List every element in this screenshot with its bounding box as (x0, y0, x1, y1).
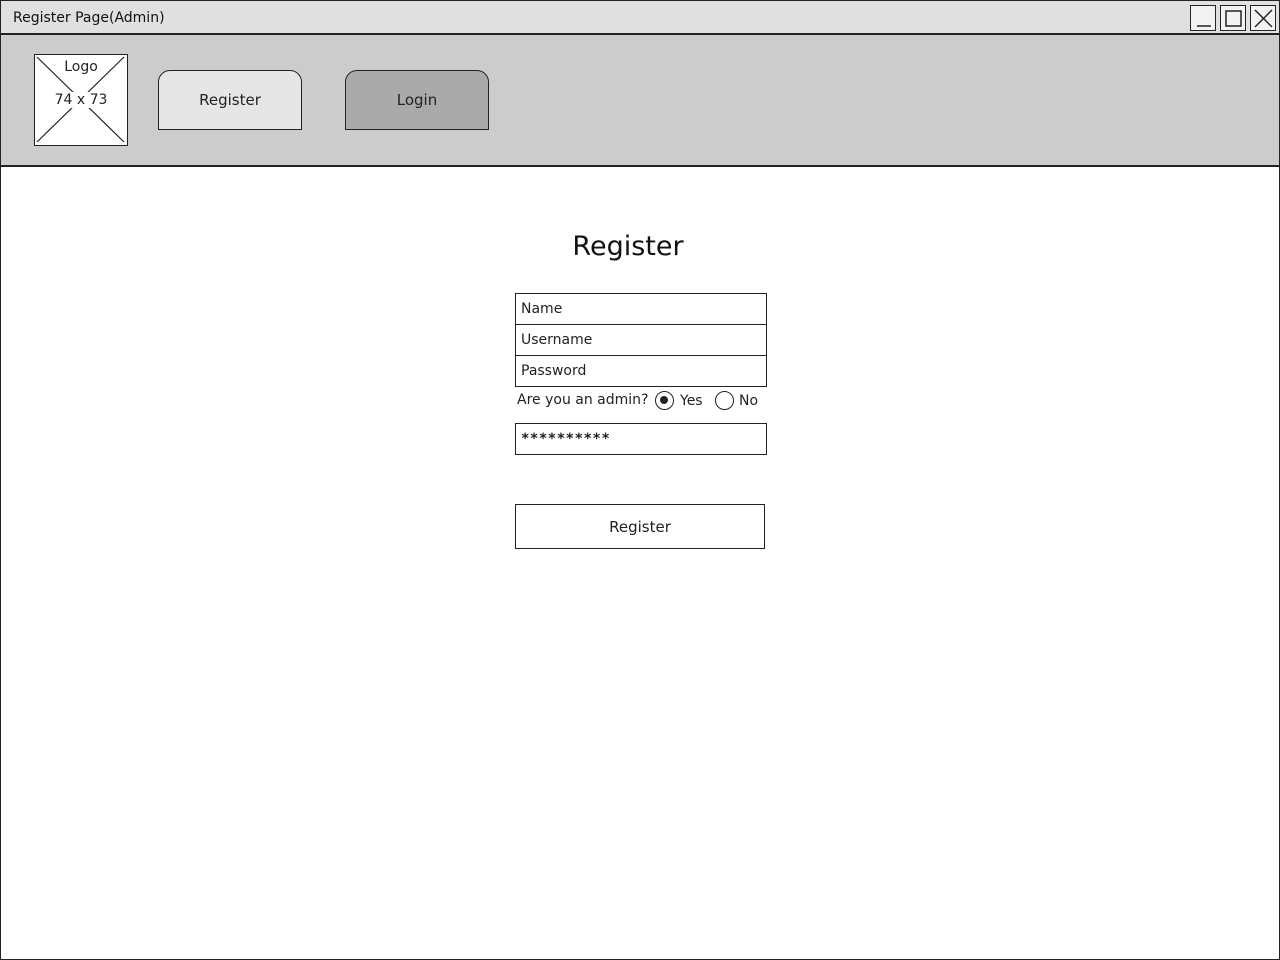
maximize-icon[interactable] (1220, 5, 1246, 31)
page-title: Register (572, 231, 684, 262)
title-bar: Register Page(Admin) (1, 1, 1279, 35)
radio-selected-dot (660, 396, 668, 404)
name-field (515, 293, 767, 325)
admin-password-field (515, 423, 767, 455)
window-title: Register Page(Admin) (13, 10, 165, 26)
username-input[interactable] (516, 325, 766, 355)
header-bar: Logo 74 x 73 Register Login (1, 35, 1279, 167)
nav-login-button[interactable]: Login (345, 70, 489, 130)
password-field (515, 355, 767, 387)
admin-question-label: Are you an admin? (517, 392, 649, 408)
name-input[interactable] (516, 294, 766, 324)
password-input[interactable] (516, 356, 766, 386)
logo-label: Logo (62, 59, 100, 75)
minimize-icon[interactable] (1190, 5, 1216, 31)
username-field (515, 324, 767, 356)
logo-placeholder: Logo 74 x 73 (34, 54, 128, 146)
admin-no-radio[interactable] (715, 391, 734, 410)
close-icon[interactable] (1250, 5, 1276, 31)
app-window: Register Page(Admin) Logo 74 x 73 Regist… (0, 0, 1280, 960)
admin-no-label: No (739, 393, 759, 409)
logo-size-text: 74 x 73 (52, 92, 110, 108)
nav-register-button[interactable]: Register (158, 70, 302, 130)
admin-password-input[interactable] (516, 424, 766, 454)
admin-yes-label: Yes (680, 393, 703, 409)
register-submit-button[interactable]: Register (515, 504, 765, 549)
admin-yes-radio[interactable] (655, 391, 674, 410)
